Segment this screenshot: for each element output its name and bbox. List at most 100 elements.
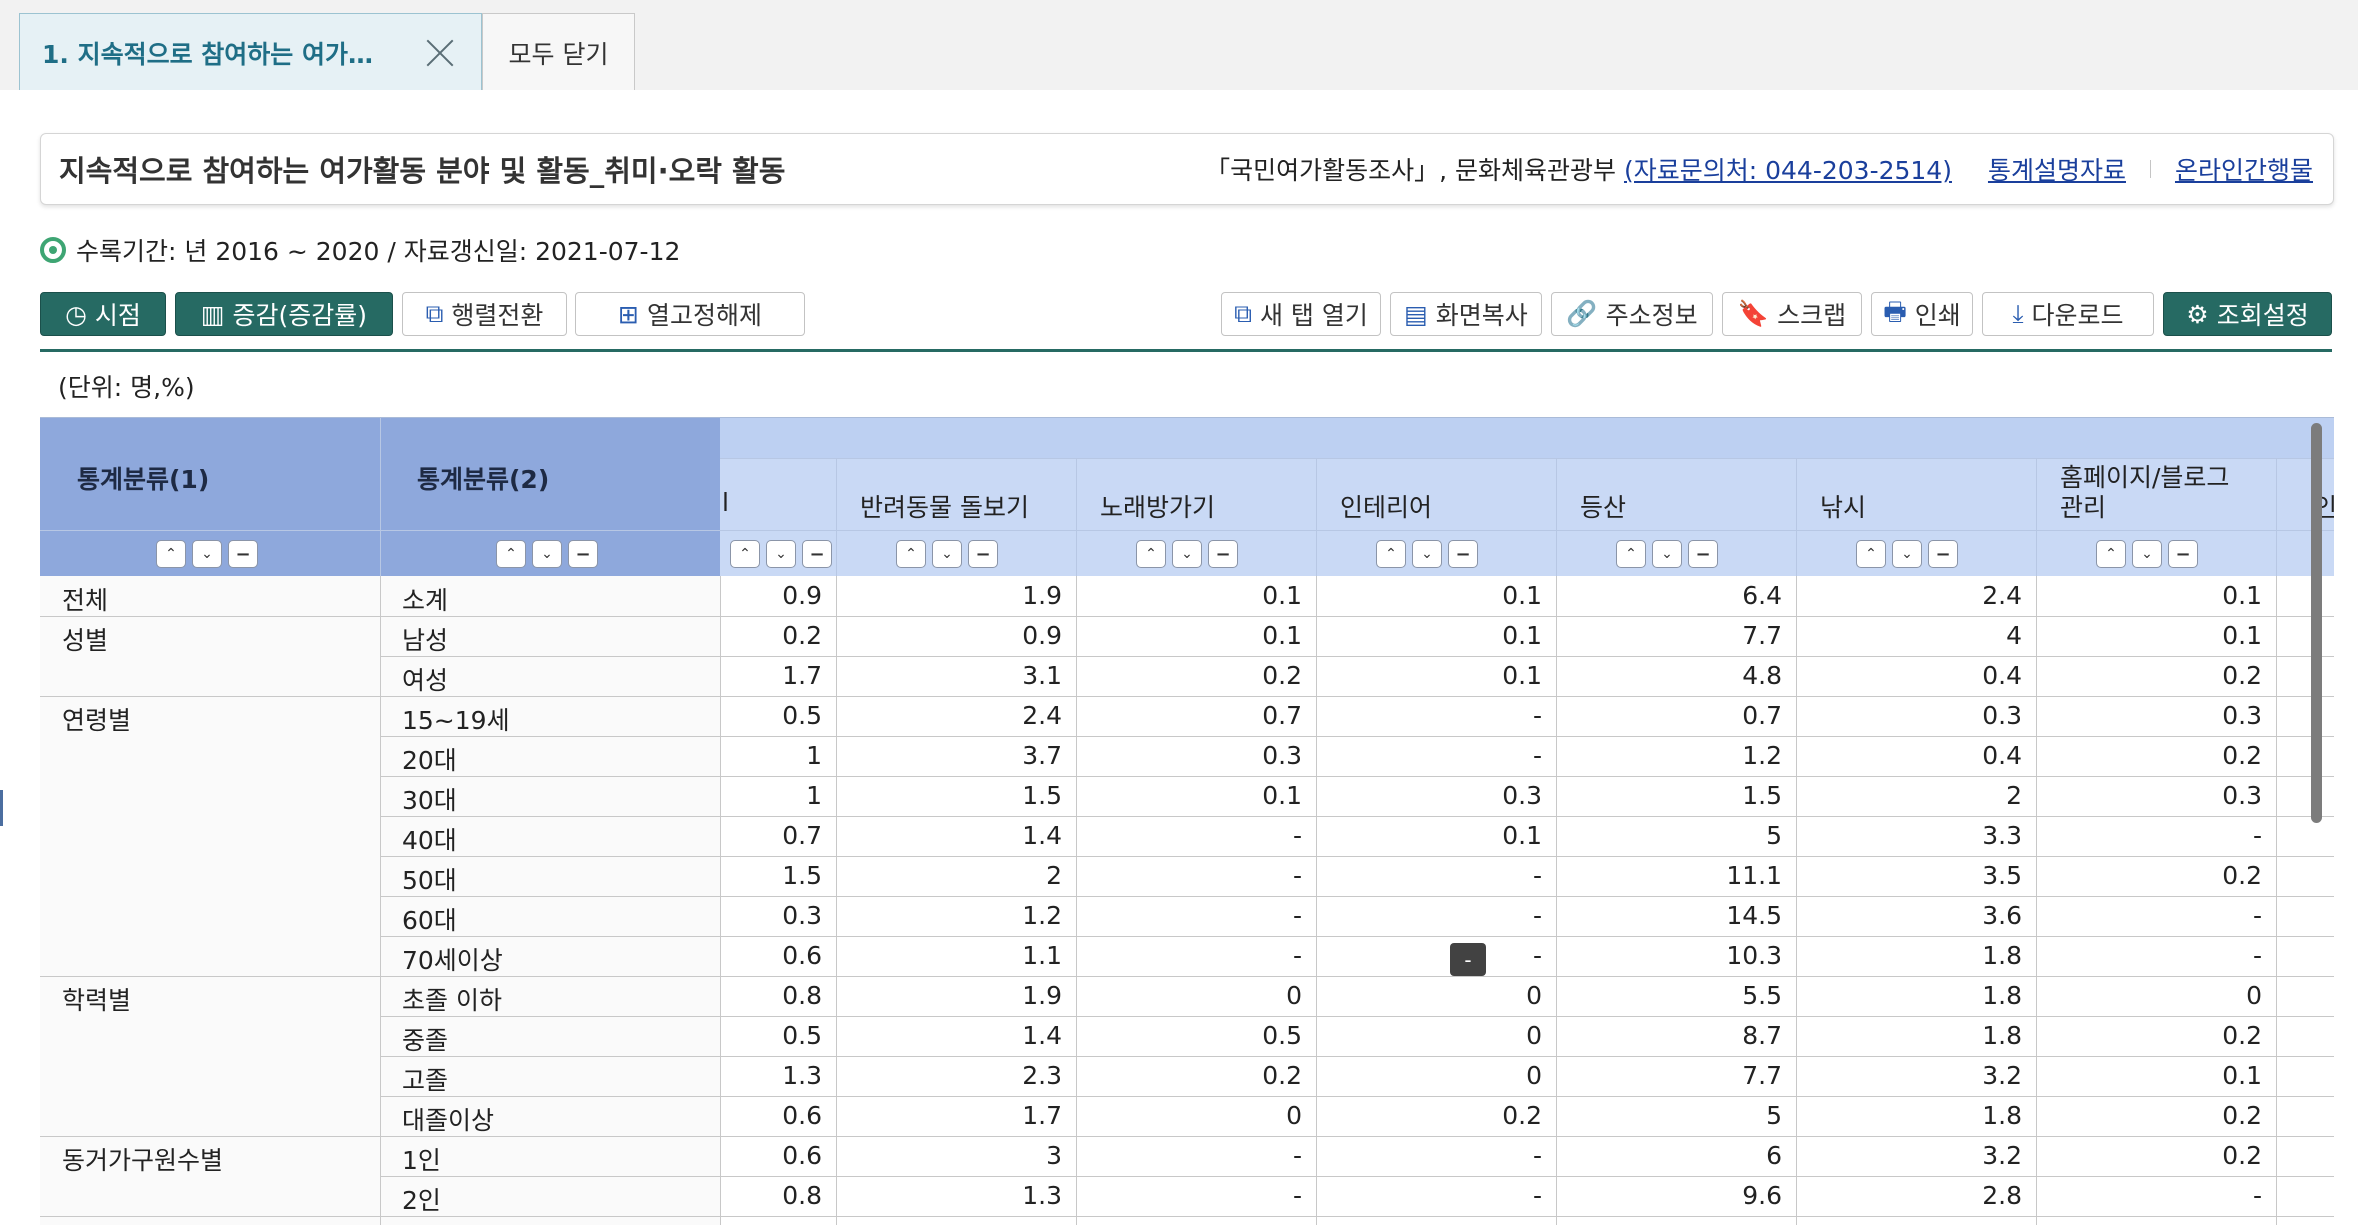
sort-down-icon[interactable]: ⌄ (532, 540, 562, 568)
row-value-col-6: 0 (2246, 981, 2262, 1010)
remove-icon[interactable]: − (2168, 540, 2198, 568)
toolbar: ◷ 시점 ▥ 증감(증감률) ⧉ 행렬전환 ⊞ 열고정해제 ⧉ 새 탭 열기 ▤ 화면복사 🔗 주소정보 🔖… (40, 290, 2332, 338)
sort-up-icon[interactable]: ⌃ (156, 540, 186, 568)
sort-up-icon[interactable]: ⌃ (496, 540, 526, 568)
sort-up-icon[interactable]: ⌃ (2096, 540, 2126, 568)
sort-up-icon[interactable]: ⌃ (730, 540, 760, 568)
row-partial-value: 0.8 (782, 981, 822, 1010)
sort-controls-col-5: ⌃ ⌄ − (1856, 540, 1958, 568)
row-class2: 남성 (402, 626, 449, 655)
header-col-3: 인테리어 (1340, 493, 1433, 522)
row-value-col-1: 3 (1046, 1141, 1062, 1170)
row-value-col-2: - (1292, 861, 1302, 890)
transpose-button[interactable]: ⧉ 행렬전환 (402, 292, 567, 336)
row-value-col-4: 5 (1766, 1101, 1782, 1130)
address-button[interactable]: 🔗 주소정보 (1551, 292, 1713, 336)
row-value-col-3: - (1532, 901, 1542, 930)
unfreeze-icon: ⊞ (618, 299, 639, 329)
row-value-col-5: 3.3 (1982, 821, 2022, 850)
sort-down-icon[interactable]: ⌄ (1412, 540, 1442, 568)
row-partial-value: 0.5 (782, 1021, 822, 1050)
tab-active-label: 1. 지속적으로 참여하는 여가활동 분야 및 활동_취미·오락 활동 (42, 39, 392, 69)
new-tab-label: 새 탭 열기 (1259, 301, 1368, 330)
row-class2: 대졸이상 (402, 1106, 495, 1135)
download-button[interactable]: ⤓ 다운로드 (1982, 292, 2154, 336)
table-row: 전체 소계 0.9 1.9 0.1 0.1 6.4 2.4 0.1 (40, 576, 2334, 616)
remove-icon[interactable]: − (1688, 540, 1718, 568)
row-class2: 60대 (402, 906, 457, 935)
row-class2: 중졸 (402, 1026, 449, 1055)
sort-controls-partial: ⌃ ⌄ − (730, 540, 832, 568)
scrap-button[interactable]: 🔖 스크랩 (1722, 292, 1862, 336)
new-tab-button[interactable]: ⧉ 새 탭 열기 (1221, 292, 1381, 336)
sort-down-icon[interactable]: ⌄ (932, 540, 962, 568)
sort-down-icon[interactable]: ⌄ (192, 540, 222, 568)
tab-active[interactable]: 1. 지속적으로 참여하는 여가활동 분야 및 활동_취미·오락 활동 (19, 13, 482, 91)
row-class2: 초졸 이하 (402, 986, 502, 1015)
row-value-col-2: 0.3 (1262, 741, 1302, 770)
remove-icon[interactable]: − (568, 540, 598, 568)
row-value-col-4: 14.5 (1726, 901, 1782, 930)
row-value-col-5: 2.8 (1982, 1181, 2022, 1210)
row-partial-value: 1 (806, 741, 822, 770)
table-row: 고졸 1.3 2.3 0.2 0 7.7 3.2 0.1 (40, 1056, 2334, 1096)
vertical-scrollbar[interactable] (2311, 423, 2322, 823)
sort-up-icon[interactable]: ⌃ (1376, 540, 1406, 568)
print-button[interactable]: 🖶 인쇄 (1871, 292, 1973, 336)
row-value-col-3: - (1532, 1181, 1542, 1210)
row-partial-value: 0.6 (782, 1101, 822, 1130)
row-class2: 소계 (402, 586, 449, 615)
close-icon[interactable] (425, 38, 455, 68)
remove-icon[interactable]: − (228, 540, 258, 568)
table-row: 연령별 15~19세 0.5 2.4 0.7 - 0.7 0.3 0.3 (40, 696, 2334, 736)
remove-icon[interactable]: − (1928, 540, 1958, 568)
row-value-col-2: 0.2 (1262, 661, 1302, 690)
scrap-label: 스크랩 (1777, 301, 1847, 330)
download-icon: ⤓ (2012, 299, 2024, 328)
table-row: 성별 남성 0.2 0.9 0.1 0.1 7.7 4 0.1 (40, 616, 2334, 656)
row-partial-value: 0.7 (782, 821, 822, 850)
viewpoint-button[interactable]: ◷ 시점 (40, 292, 166, 336)
sort-up-icon[interactable]: ⌃ (1856, 540, 1886, 568)
change-button[interactable]: ▥ 증감(증감률) (175, 292, 393, 336)
row-value-col-5: 1.8 (1982, 1021, 2022, 1050)
remove-icon[interactable]: − (1448, 540, 1478, 568)
remove-icon[interactable]: − (1208, 540, 1238, 568)
clock-icon: ◷ (65, 299, 87, 329)
row-divider (40, 1216, 2334, 1217)
row-partial-value: 1 (806, 781, 822, 810)
close-all-tab[interactable]: 모두 닫기 (482, 13, 635, 91)
sort-down-icon[interactable]: ⌄ (1892, 540, 1922, 568)
table-row: 20대 1 3.7 0.3 - 1.2 0.4 0.2 (40, 736, 2334, 776)
remove-icon[interactable]: − (968, 540, 998, 568)
transpose-icon: ⧉ (425, 299, 444, 328)
row-value-col-2: - (1292, 1141, 1302, 1170)
unfreeze-button[interactable]: ⊞ 열고정해제 (575, 292, 805, 336)
screen-copy-button[interactable]: ▤ 화면복사 (1390, 292, 1542, 336)
table-body: 전체 소계 0.9 1.9 0.1 0.1 6.4 2.4 0.1 성별 남성 0.2 0.9 0.1 0.… (40, 576, 2334, 1225)
sort-down-icon[interactable]: ⌄ (766, 540, 796, 568)
sort-down-icon[interactable]: ⌄ (1652, 540, 1682, 568)
row-value-col-4: 6.4 (1742, 581, 1782, 610)
sort-up-icon[interactable]: ⌃ (1616, 540, 1646, 568)
table-row: 동거가구원수별 1인 0.6 3 - - 6 3.2 0.2 (40, 1136, 2334, 1176)
sort-down-icon[interactable]: ⌄ (2132, 540, 2162, 568)
row-value-col-6: 0.2 (2222, 661, 2262, 690)
settings-button[interactable]: ⚙ 조회설정 (2163, 292, 2332, 336)
sort-up-icon[interactable]: ⌃ (896, 540, 926, 568)
row-value-col-5: 1.8 (1982, 941, 2022, 970)
row-value-col-6: 0.2 (2222, 741, 2262, 770)
sort-down-icon[interactable]: ⌄ (1172, 540, 1202, 568)
header-stat-class-2: 통계분류(2) (417, 465, 550, 494)
sort-up-icon[interactable]: ⌃ (1136, 540, 1166, 568)
row-value-col-1: 1.2 (1022, 901, 1062, 930)
contact-link[interactable]: (자료문의처: 044-203-2514) (1624, 151, 1952, 187)
row-class2: 15~19세 (402, 706, 510, 735)
row-value-col-5: 4 (2006, 621, 2022, 650)
online-pub-link[interactable]: 온라인간행물 (2175, 151, 2313, 187)
stats-doc-link[interactable]: 통계설명자료 (1988, 151, 2126, 187)
row-value-col-5: 2.4 (1982, 581, 2022, 610)
remove-icon[interactable]: − (802, 540, 832, 568)
row-value-col-4: 1.5 (1742, 781, 1782, 810)
tab-strip: 1. 지속적으로 참여하는 여가활동 분야 및 활동_취미·오락 활동 모두 닫… (0, 0, 2358, 91)
